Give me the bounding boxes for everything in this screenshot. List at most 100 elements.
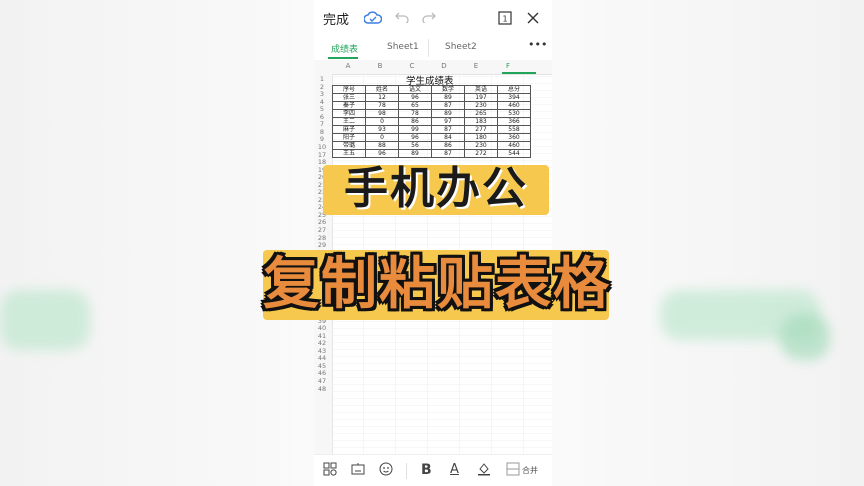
table-cell[interactable]: 96 [365,149,399,158]
table-cell[interactable]: 带璐 [332,141,366,150]
table-cell[interactable]: 230 [464,101,498,110]
table-row: 麻子 93 99 87 277 558 [332,125,531,134]
table-cell[interactable]: 96 [398,93,432,102]
table-cell[interactable]: 12 [365,93,399,102]
table-header-cell[interactable]: 数学 [431,85,465,94]
table-cell[interactable]: 366 [497,117,531,126]
table-cell[interactable]: 99 [398,125,432,134]
table-cell[interactable]: 530 [497,109,531,118]
table-cell[interactable]: 56 [398,141,432,150]
table-cell[interactable]: 78 [365,101,399,110]
table-cell[interactable]: 89 [398,149,432,158]
table-cell[interactable]: 84 [431,133,465,142]
table-row: 张三 12 96 89 197 394 [332,93,531,102]
tab-sheet2[interactable]: Sheet2 [445,42,477,52]
done-button[interactable]: 完成 [323,9,349,28]
top-toolbar: 完成 1 [314,0,552,36]
table-cell[interactable]: 78 [398,109,432,118]
table-cell[interactable]: 65 [398,101,432,110]
tab-sheet1[interactable]: Sheet1 [387,42,419,52]
apps-icon[interactable] [323,462,337,479]
table-cell[interactable]: 87 [431,125,465,134]
table-cell[interactable]: 87 [431,101,465,110]
table-row: 李四 98 78 89 265 530 [332,109,531,118]
column-header-cell[interactable]: A [333,62,363,70]
keyboard-icon[interactable] [351,462,365,479]
table-cell[interactable]: 460 [497,101,531,110]
table-cell[interactable]: 阳子 [332,133,366,142]
table-cell[interactable]: 麻子 [332,125,366,134]
table-cell[interactable]: 197 [464,93,498,102]
table-cell[interactable]: 93 [365,125,399,134]
fill-color-icon[interactable] [477,462,491,479]
column-header-cell[interactable]: E [461,62,491,70]
table-cell[interactable]: 98 [365,109,399,118]
table-cell[interactable]: 265 [464,109,498,118]
table-header-row: 序号 姓名 语文 数学 英语 总分 [332,85,531,94]
table-cell[interactable]: 张三 [332,93,366,102]
table-cell[interactable]: 王二 [332,117,366,126]
more-icon[interactable]: ••• [528,38,547,51]
merge-cells-icon[interactable] [506,462,520,479]
background-left [0,0,314,486]
column-header-cell[interactable]: F [493,62,523,70]
merge-label[interactable]: 合并 [522,465,538,476]
table-cell[interactable]: 360 [497,133,531,142]
table-row: 阳子 0 96 84 180 360 [332,133,531,142]
bold-button[interactable]: B [421,462,432,478]
cloud-sync-icon[interactable] [363,11,383,29]
table-cell[interactable]: 558 [497,125,531,134]
column-header-cell[interactable]: D [429,62,459,70]
sheet-tabs: 成绩表 Sheet1 Sheet2 ••• [314,36,552,60]
background-right [552,0,864,486]
active-tab-indicator [328,57,358,59]
table-header-cell[interactable]: 语文 [398,85,432,94]
table-cell[interactable]: 96 [398,133,432,142]
svg-text:1: 1 [502,15,507,24]
table-row: 秦子 78 65 87 230 460 [332,101,531,110]
table-row: 带璐 88 56 86 230 460 [332,141,531,150]
toolbar-divider [406,463,407,479]
table-cell[interactable]: 0 [365,133,399,142]
table-cell[interactable]: 89 [431,93,465,102]
table-cell[interactable]: 394 [497,93,531,102]
table-cell[interactable]: 王五 [332,149,366,158]
score-table[interactable]: 序号 姓名 语文 数学 英语 总分 张三 12 96 89 197 394 秦子 78 65 87 230 460… [332,85,531,158]
table-cell[interactable]: 183 [464,117,498,126]
table-cell[interactable]: 秦子 [332,101,366,110]
table-cell[interactable]: 88 [365,141,399,150]
table-cell[interactable]: 86 [398,117,432,126]
table-header-cell[interactable]: 序号 [332,85,366,94]
caption-line-2: 复制粘贴表格 [263,252,611,317]
table-row: 王二 0 86 97 183 366 [332,117,531,126]
emoji-icon[interactable] [379,462,393,479]
table-cell[interactable]: 0 [365,117,399,126]
table-cell[interactable]: 李四 [332,109,366,118]
table-cell[interactable]: 97 [431,117,465,126]
table-row: 王五 96 89 87 272 544 [332,149,531,158]
table-cell[interactable]: 86 [431,141,465,150]
table-cell[interactable]: 180 [464,133,498,142]
phone-screen: 完成 1 成绩表 Sheet1 Sheet2 ••• ABCDEF 123456… [314,0,552,486]
table-cell[interactable]: 272 [464,149,498,158]
table-cell[interactable]: 544 [497,149,531,158]
column-header-cell[interactable]: C [397,62,427,70]
font-color-button[interactable]: A [450,462,459,477]
page-count-icon[interactable]: 1 [498,11,512,29]
table-cell[interactable]: 89 [431,109,465,118]
table-header-cell[interactable]: 英语 [464,85,498,94]
caption-line-1: 手机办公 [344,163,528,214]
tab-chengjibiao[interactable]: 成绩表 [331,42,358,55]
table-header-cell[interactable]: 总分 [497,85,531,94]
undo-icon[interactable] [395,11,409,27]
table-cell[interactable]: 277 [464,125,498,134]
table-cell[interactable]: 87 [431,149,465,158]
redo-icon[interactable] [422,11,436,27]
row-number[interactable]: 48 [314,385,330,393]
column-header-cell[interactable]: B [365,62,395,70]
table-cell[interactable]: 230 [464,141,498,150]
close-icon[interactable] [526,11,540,29]
table-header-cell[interactable]: 姓名 [365,85,399,94]
table-cell[interactable]: 460 [497,141,531,150]
blurred-element-right-2 [780,314,830,360]
